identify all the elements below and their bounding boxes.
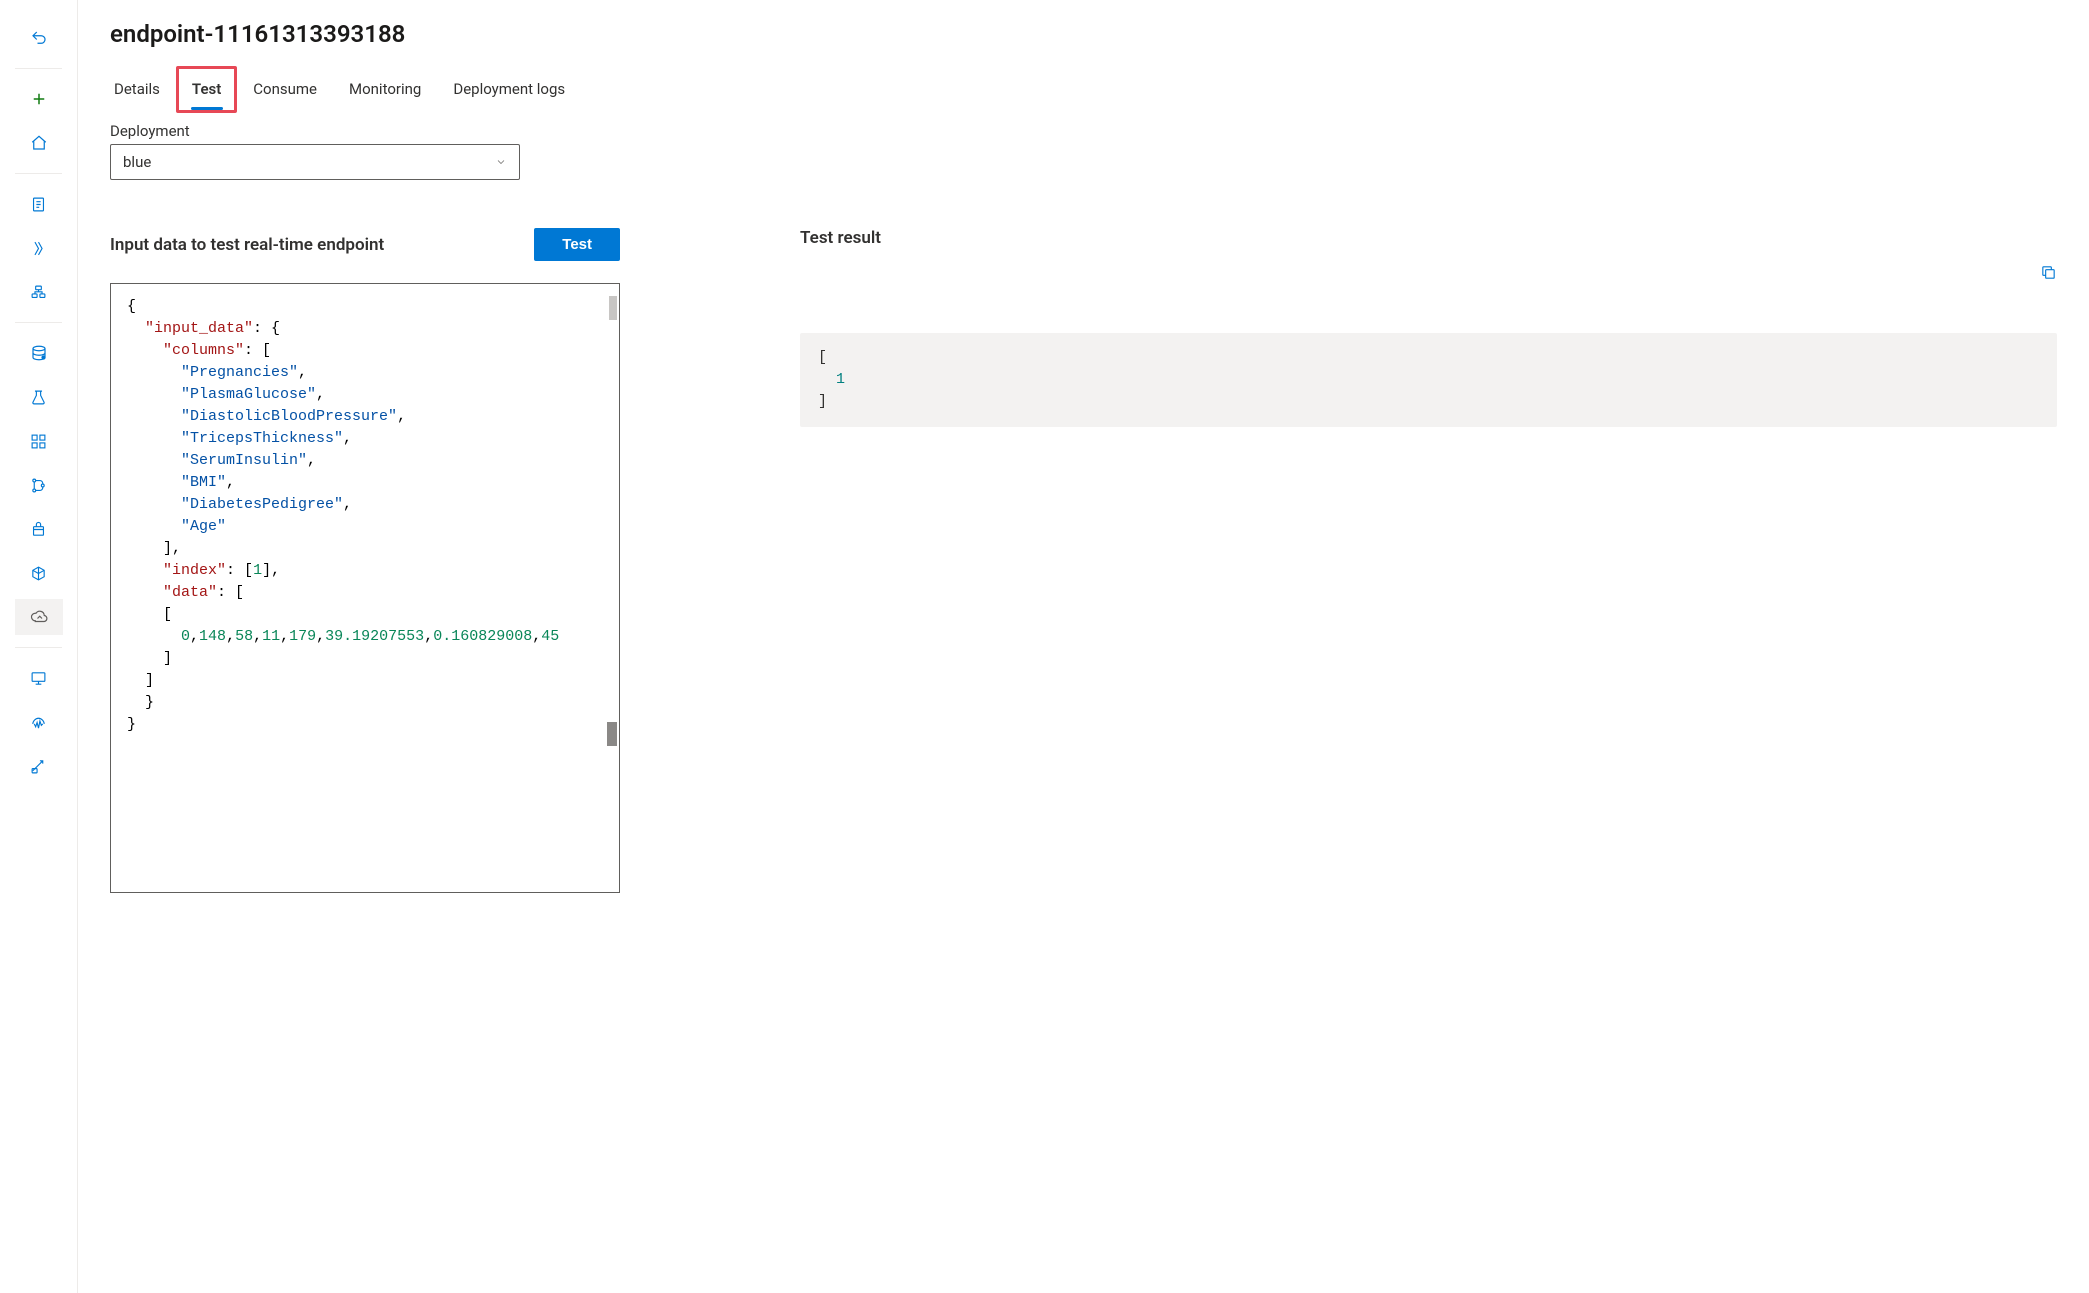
notebook-icon[interactable] bbox=[15, 186, 63, 222]
result-output: [ 1 ] bbox=[800, 333, 2057, 427]
data-icon[interactable] bbox=[15, 335, 63, 371]
input-panel: Input data to test real-time endpoint Te… bbox=[110, 228, 620, 893]
scrollbar-thumb[interactable] bbox=[607, 722, 617, 746]
home-icon[interactable] bbox=[15, 125, 63, 161]
content-row: Input data to test real-time endpoint Te… bbox=[110, 228, 2057, 893]
designer-icon[interactable] bbox=[15, 274, 63, 310]
main-content: endpoint-11161313393188 Details Test Con… bbox=[78, 0, 2089, 1293]
tab-monitoring[interactable]: Monitoring bbox=[345, 72, 425, 110]
sidebar bbox=[0, 0, 78, 1293]
page-title: endpoint-11161313393188 bbox=[110, 20, 2057, 48]
deployment-section: Deployment blue bbox=[110, 122, 2057, 180]
endpoints-icon[interactable] bbox=[15, 599, 63, 635]
tab-deployment-logs[interactable]: Deployment logs bbox=[449, 72, 569, 110]
code-content: { "input_data": { "columns": [ "Pregnanc… bbox=[111, 284, 619, 748]
deployment-label: Deployment bbox=[110, 122, 2057, 140]
linked-services-icon[interactable] bbox=[15, 748, 63, 784]
models-icon[interactable] bbox=[15, 555, 63, 591]
deployment-value: blue bbox=[123, 153, 151, 171]
input-title: Input data to test real-time endpoint bbox=[110, 235, 384, 255]
scrollbar-thumb[interactable] bbox=[609, 296, 617, 320]
tab-test[interactable]: Test bbox=[188, 72, 225, 110]
environments-icon[interactable] bbox=[15, 511, 63, 547]
tab-consume[interactable]: Consume bbox=[249, 72, 321, 110]
result-title: Test result bbox=[800, 228, 881, 248]
add-icon[interactable] bbox=[15, 81, 63, 117]
pipelines-icon[interactable] bbox=[15, 467, 63, 503]
deployment-dropdown[interactable]: blue bbox=[110, 144, 520, 180]
tabs: Details Test Consume Monitoring Deployme… bbox=[110, 72, 2057, 110]
back-icon[interactable] bbox=[15, 20, 63, 56]
compute-icon[interactable] bbox=[15, 660, 63, 696]
result-panel: Test result [ 1 ] bbox=[800, 228, 2057, 893]
chevron-down-icon bbox=[495, 156, 507, 168]
test-button[interactable]: Test bbox=[534, 228, 620, 261]
automl-icon[interactable] bbox=[15, 230, 63, 266]
copy-icon[interactable] bbox=[2040, 264, 2057, 285]
tab-details[interactable]: Details bbox=[110, 72, 164, 110]
datastores-icon[interactable] bbox=[15, 704, 63, 740]
jobs-icon[interactable] bbox=[15, 379, 63, 415]
input-code-editor[interactable]: { "input_data": { "columns": [ "Pregnanc… bbox=[110, 283, 620, 893]
components-icon[interactable] bbox=[15, 423, 63, 459]
